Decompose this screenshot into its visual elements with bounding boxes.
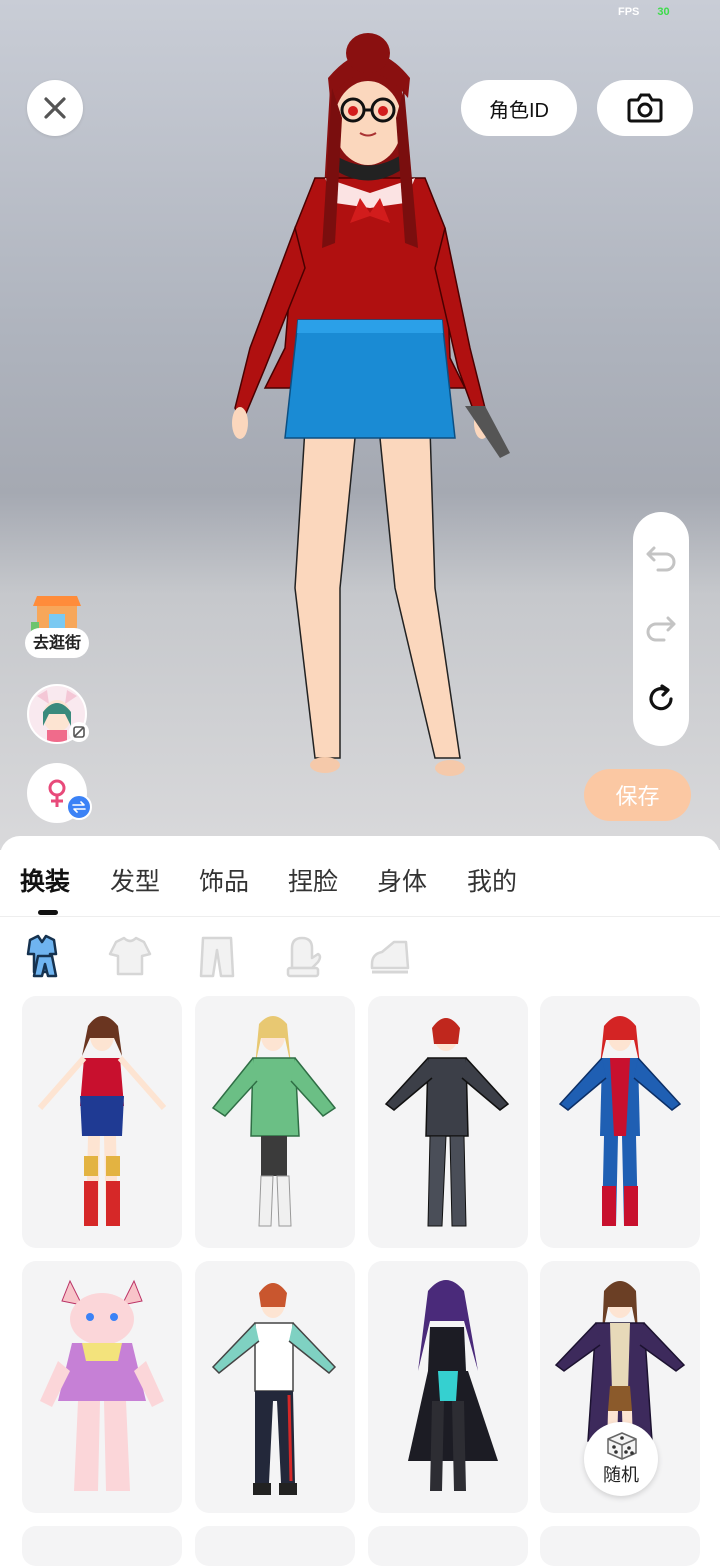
outfit-card[interactable] [195,996,355,1248]
undo-icon[interactable] [644,542,678,572]
outfit-card[interactable] [22,1526,182,1566]
black-suit-outfit-thumbnail [384,1018,510,1227]
full-outfit-icon[interactable] [22,934,66,978]
shop-label: 去逛街 [25,628,89,658]
camera-button[interactable] [597,80,693,136]
wonder-outfit-thumbnail [37,1016,167,1226]
fps-counter: FPS 30 [618,6,670,18]
outfit-card[interactable] [540,1526,700,1566]
close-button[interactable] [27,80,83,136]
random-label: 随机 [603,1465,639,1486]
camera-icon [627,93,663,123]
tab-hairstyle[interactable]: 发型 [110,862,160,898]
captain-outfit-thumbnail [558,1016,682,1226]
outfit-card[interactable] [540,996,700,1248]
green-kimono-outfit-thumbnail [211,1016,337,1227]
gloves-icon[interactable] [282,934,326,978]
close-icon [44,97,66,119]
tab-mine[interactable]: 我的 [467,862,517,898]
random-button[interactable]: 随机 [584,1422,658,1496]
role-id-label: 角色ID [489,99,549,122]
save-button[interactable]: 保存 [584,769,691,821]
pants-icon[interactable] [195,934,239,978]
shop-button[interactable]: 去逛街 [25,596,89,658]
outfit-card[interactable] [368,1526,528,1566]
outfit-card[interactable] [22,996,182,1248]
reset-icon[interactable] [644,682,678,716]
outfit-card[interactable] [195,1261,355,1513]
swap-icon [72,801,86,813]
tab-face[interactable]: 捏脸 [288,862,338,898]
shoes-icon[interactable] [368,934,412,978]
tab-outfit[interactable]: 换装 [20,862,70,898]
swap-badge [66,794,92,820]
tab-body[interactable]: 身体 [377,862,427,898]
hidden-icon [73,726,85,738]
tab-accessories[interactable]: 饰品 [199,862,249,898]
avatar-character[interactable] [220,28,520,788]
history-panel [633,512,689,746]
gothic-dress-outfit-thumbnail [408,1280,498,1491]
top-icon[interactable] [108,934,152,978]
avatar-stage: FPS 30 角色ID 去逛街 保存 [0,0,720,850]
visibility-off-badge [69,722,89,742]
pink-cat-outfit-thumbnail [40,1279,164,1491]
outfit-card[interactable] [368,996,528,1248]
tracksuit-outfit-thumbnail [211,1283,337,1495]
dice-icon [607,1432,637,1460]
category-tabs: 换装 发型 饰品 捏脸 身体 我的 [0,836,720,917]
outfit-card[interactable] [195,1526,355,1566]
wardrobe-panel: 换装 发型 饰品 捏脸 身体 我的 随机 [0,836,720,1566]
active-tab-indicator [38,910,58,915]
outfit-card[interactable] [22,1261,182,1513]
role-id-button[interactable]: 角色ID [461,80,577,136]
redo-icon[interactable] [644,612,678,642]
outfit-card[interactable] [368,1261,528,1513]
